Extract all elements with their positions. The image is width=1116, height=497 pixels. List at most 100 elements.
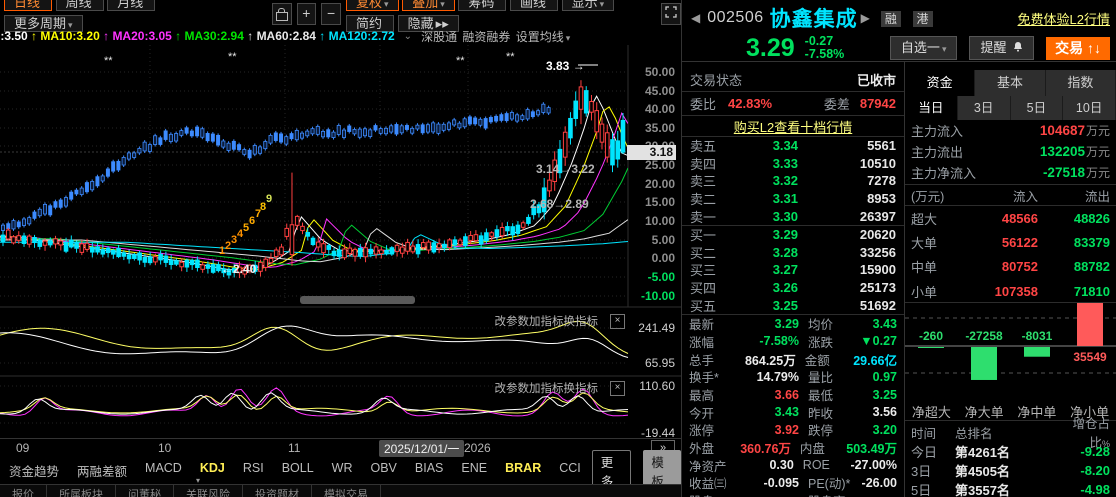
chart-annotation: ←2.40 xyxy=(221,262,257,276)
funds-period-tab[interactable]: 5日 xyxy=(1011,96,1064,120)
close-icon[interactable]: × xyxy=(610,380,625,396)
bid-level-row[interactable]: 买四 3.26 25173 xyxy=(682,279,904,297)
stock-badge[interactable]: 融 xyxy=(880,10,901,27)
period-tab[interactable]: 周线 xyxy=(55,0,104,11)
ask-level-row[interactable]: 卖一 3.30 26397 xyxy=(682,207,904,225)
zoom-in-button[interactable]: + xyxy=(296,2,317,25)
indicator-tab[interactable]: ENE xyxy=(452,461,496,480)
ma-value: ↑ MA20:3.05 xyxy=(103,29,172,43)
ma-bar-link[interactable]: 设置均线 ▾ xyxy=(516,30,571,44)
l2-trial-link[interactable]: 免费体验L2行情 xyxy=(1018,9,1110,28)
x-axis-tick: 11 xyxy=(288,441,301,455)
lock-icon[interactable] xyxy=(271,2,292,25)
y-axis-tick: 35.00 xyxy=(644,121,675,135)
svg-text:-27258: -27258 xyxy=(965,329,1003,343)
indicator-tab[interactable]: RSI xyxy=(234,461,273,480)
subchart-button[interactable]: 换指标 xyxy=(564,316,599,328)
indicator-tab[interactable]: MACD xyxy=(136,461,191,480)
fullscreen-icon[interactable] xyxy=(661,2,681,25)
ma-value: ↑ MA30:2.94 xyxy=(175,29,244,43)
bottom-tab[interactable]: 所属板块 xyxy=(47,485,116,497)
close-icon[interactable]: × xyxy=(610,313,625,329)
stat-row: 最高 3.66 最低 3.25 xyxy=(689,387,897,404)
y-axis-tick: 0.00 xyxy=(651,251,675,265)
watchlist-button[interactable]: 自选一 ▾ xyxy=(889,36,958,60)
stock-name: 协鑫集成 xyxy=(769,8,858,31)
zoom-out-button[interactable]: − xyxy=(321,2,342,25)
funds-period-tab[interactable]: 3日 xyxy=(958,96,1011,120)
last-price: 3.29 xyxy=(746,33,795,62)
bell-icon xyxy=(1014,42,1023,52)
next-stock-icon[interactable]: ▶ xyxy=(858,11,873,25)
subchart-button[interactable]: 改参数 xyxy=(495,316,530,328)
stat-row: 换手* 14.79% 量比 0.97 xyxy=(689,369,897,386)
bid-level-row[interactable]: 买五 3.25 51692 xyxy=(682,296,904,314)
toolbar-button[interactable]: 筹码 xyxy=(458,0,507,11)
indicator-tab[interactable]: CCI xyxy=(550,461,590,480)
subchart-button[interactable]: 换指标 xyxy=(564,383,599,395)
stock-header: ◀ 002506 协鑫集成 ▶ 融 港 免费体验L2行情 3.29 -0.27-… xyxy=(681,0,1116,62)
ask-level-row[interactable]: 卖五 3.34 5561 xyxy=(682,137,904,155)
toolbar-button[interactable]: 复权 ▾ xyxy=(346,0,399,11)
funds-tab[interactable]: 资金 xyxy=(905,70,976,96)
indicator-tab[interactable]: 两融差额 xyxy=(68,461,136,480)
subchart1-value: 65.95 xyxy=(644,356,675,370)
indicator-tab[interactable]: OBV xyxy=(362,461,406,480)
chart-scrollbar-thumb[interactable] xyxy=(300,296,415,304)
bottom-tab[interactable]: 投资题材 xyxy=(243,485,312,497)
prev-stock-icon[interactable]: ◀ xyxy=(688,11,703,25)
collapse-ma-icon[interactable]: ⌄ xyxy=(404,31,412,42)
svg-text:-260: -260 xyxy=(919,329,943,343)
indicator-tab[interactable]: BIAS xyxy=(406,461,453,480)
ask-levels: 卖五 3.34 5561 卖四 3.33 10510 卖三 3.32 7278 卖二 3.31… xyxy=(682,137,904,226)
bottom-tab[interactable]: 关联风险 xyxy=(174,485,243,497)
bottom-tab[interactable]: 问董秘 xyxy=(116,485,174,497)
funds-period-tab[interactable]: 当日 xyxy=(905,96,958,120)
funds-tab[interactable]: 指数 xyxy=(1046,70,1116,96)
toolbar-button[interactable]: 叠加 ▾ xyxy=(402,0,455,11)
svg-text:35549: 35549 xyxy=(1073,350,1107,364)
bid-level-row[interactable]: 买二 3.28 33256 xyxy=(682,244,904,262)
ask-level-row[interactable]: 卖三 3.32 7278 xyxy=(682,172,904,190)
toolbar-button[interactable]: 显示 ▾ xyxy=(561,0,615,11)
flow-table: (万元) 流入 流出 超大 48566 48826 大单 56122 83379 中单 807… xyxy=(905,184,1116,304)
ma-value: ↑ MA120:2.72 xyxy=(319,29,395,43)
ask-level-row[interactable]: 卖四 3.33 10510 xyxy=(682,155,904,173)
bottom-tab-row: 报价 所属板块 问董秘 关联风险 投资题材 模拟交易 xyxy=(0,484,681,497)
y-axis-tick: 25.00 xyxy=(644,158,675,172)
funds-tabs: 资金 基本 指数 xyxy=(905,70,1116,96)
subchart-button[interactable]: 加指标 xyxy=(529,383,564,395)
toolbar-button[interactable]: 画线 xyxy=(510,0,559,11)
indicator-tab[interactable]: 资金趋势 xyxy=(0,461,68,480)
indicator-tab[interactable]: BOLL xyxy=(273,461,323,480)
ask-level-row[interactable]: 卖二 3.31 8953 xyxy=(682,190,904,208)
alert-button[interactable]: 提醒 xyxy=(969,36,1035,60)
ma-bar-link[interactable]: 融资融券 xyxy=(462,30,512,44)
bottom-tab[interactable]: 报价 xyxy=(0,485,47,497)
funds-tab[interactable]: 基本 xyxy=(975,70,1046,96)
candlestick-chart[interactable]: 50.00 45.00 40.00 35.00 30.00 25.00 20.0… xyxy=(0,45,681,440)
event-marker: ** xyxy=(228,51,237,63)
subchart-button[interactable]: 加指标 xyxy=(529,316,564,328)
stock-badge[interactable]: 港 xyxy=(912,10,933,27)
ranking-row: 5日 第3557名 -4.98 xyxy=(911,482,1110,497)
ma-bar-link[interactable]: 深股通 xyxy=(421,30,459,44)
bid-level-row[interactable]: 买三 3.27 15900 xyxy=(682,261,904,279)
period-tab[interactable]: 月线 xyxy=(107,0,156,11)
trade-status-row: 交易状态 已收市 xyxy=(682,68,904,92)
chart-annotation: 3.14→3.22 xyxy=(536,162,595,176)
l2-purchase-link[interactable]: 购买L2查看十档行情 xyxy=(734,117,852,136)
ranking-row: 3日 第4505名 -8.20 xyxy=(911,463,1110,479)
indicator-tab[interactable]: WR xyxy=(323,461,362,480)
ma-indicator-bar: MA5:3.50 ↑ MA10:3.20 ↑ MA20:3.05 ↑ MA30:… xyxy=(0,27,681,45)
indicator-tab[interactable]: BRAR xyxy=(496,461,550,480)
bottom-tab[interactable]: 模拟交易 xyxy=(312,485,381,497)
y-axis-tick: -10.00 xyxy=(640,289,675,303)
bid-level-row[interactable]: 买一 3.29 20620 xyxy=(682,226,904,244)
funds-period-tab[interactable]: 10日 xyxy=(1063,96,1116,120)
subchart-button[interactable]: 改参数 xyxy=(495,383,530,395)
weicha-value: 87942 xyxy=(859,96,896,111)
period-tab[interactable]: 日线 xyxy=(4,0,53,11)
td-sequence-digit: 9 xyxy=(266,193,273,205)
trade-button[interactable]: 交易 ↑↓ xyxy=(1046,36,1110,60)
